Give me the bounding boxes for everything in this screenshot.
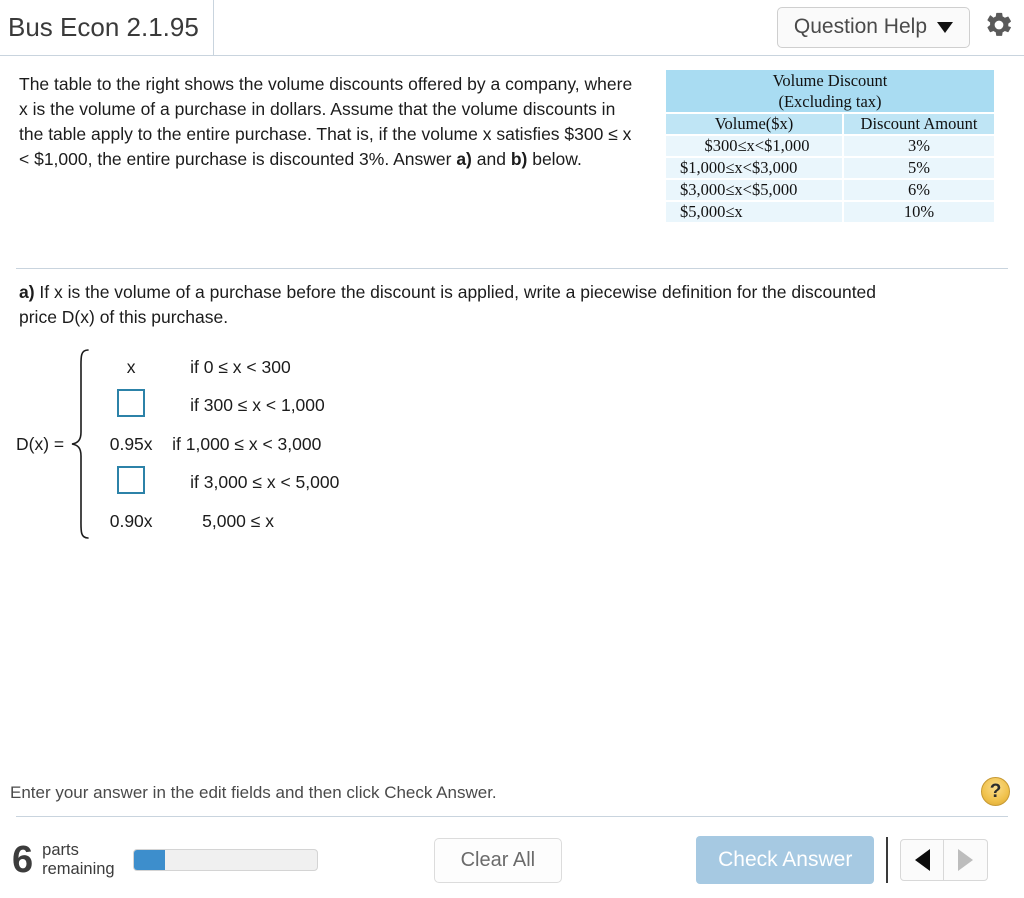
column-header-discount: Discount Amount xyxy=(843,113,994,137)
cell-discount: 6% xyxy=(843,179,994,203)
header-divider xyxy=(212,0,214,55)
gear-icon[interactable] xyxy=(984,10,1014,45)
piece-value-1: x xyxy=(126,356,136,377)
brace-icon xyxy=(68,348,92,540)
piece-value-2 xyxy=(94,389,168,422)
cell-volume: $5,000≤x xyxy=(666,201,844,223)
page-title: Bus Econ 2.1.95 xyxy=(8,12,199,42)
volume-discount-table: Volume Discount (Excluding tax) Volume($… xyxy=(666,70,994,223)
problem-line-5-mid: and xyxy=(471,148,511,169)
piece-condition-3: if 1,000 ≤ x < 3,000 xyxy=(172,433,322,454)
part-a-prompt: a) If x is the volume of a purchase befo… xyxy=(19,280,979,330)
navigation-group xyxy=(900,839,989,881)
table-row: $300≤x<$1,000 3% xyxy=(666,135,994,159)
piecewise-definition: D(x) = x if 0 ≤ x < 300 if 300 ≤ x < 1,0… xyxy=(16,348,339,541)
answer-input-2[interactable] xyxy=(117,466,146,495)
cell-discount: 3% xyxy=(843,135,994,159)
toolbar-separator xyxy=(886,837,889,883)
cell-volume: $3,000≤x<$5,000 xyxy=(666,179,844,203)
parts-label-line-1: parts xyxy=(42,841,79,860)
table-title-row: Volume Discount (Excluding tax) xyxy=(666,70,994,115)
piece-value-4 xyxy=(94,466,168,499)
hint-text: Enter your answer in the edit fields and… xyxy=(10,783,497,802)
part-a-line-1: If x is the volume of a purchase before … xyxy=(34,282,877,302)
piece-value-3: 0.95x xyxy=(109,433,153,454)
part-a-label: a) xyxy=(19,282,35,302)
table-row: $1,000≤x<$3,000 5% xyxy=(666,157,994,181)
progress-bar-fill xyxy=(133,850,165,870)
column-header-volume: Volume($x) xyxy=(666,113,844,137)
piecewise-row-3: 0.95x if 1,000 ≤ x < 3,000 xyxy=(94,425,339,464)
piece-condition-5: 5,000 ≤ x xyxy=(202,510,274,531)
piecewise-pieces: x if 0 ≤ x < 300 if 300 ≤ x < 1,000 0.95… xyxy=(94,348,340,541)
table-title-line-2: (Excluding tax) xyxy=(778,92,882,112)
answer-input-1[interactable] xyxy=(117,389,146,418)
problem-text: The table to the right shows the volume … xyxy=(10,70,634,171)
table-title-cell: Volume Discount (Excluding tax) xyxy=(666,70,994,115)
table-header-row: Volume($x) Discount Amount xyxy=(666,113,994,137)
app-header: Bus Econ 2.1.95 Question Help xyxy=(0,0,1024,56)
clear-all-button[interactable]: Clear All xyxy=(433,837,563,883)
cell-discount: 5% xyxy=(843,157,994,181)
question-help-label: Question Help xyxy=(793,15,927,38)
problem-part-a-ref: a) xyxy=(456,148,472,169)
problem-line-5-post: below. xyxy=(527,148,582,169)
piecewise-row-1: x if 0 ≤ x < 300 xyxy=(94,348,339,387)
problem-line-5-pre: discounted 3%. Answer xyxy=(269,148,457,169)
piece-value-5: 0.90x xyxy=(109,510,153,531)
piece-condition-1: if 0 ≤ x < 300 xyxy=(190,356,291,377)
hint-row: Enter your answer in the edit fields and… xyxy=(0,775,1024,811)
parts-count: 6 xyxy=(12,839,34,881)
parts-remaining-group: 6 parts remaining xyxy=(12,841,115,879)
previous-button[interactable] xyxy=(900,839,945,881)
problem-line-1: The table to the right shows the volume … xyxy=(19,74,501,94)
chevron-down-icon xyxy=(937,21,953,33)
piecewise-row-5: 0.90x 5,000 ≤ x xyxy=(94,502,339,541)
table-row: $3,000≤x<$5,000 6% xyxy=(666,179,994,203)
triangle-left-icon xyxy=(914,849,930,871)
function-label: D(x) = xyxy=(16,433,65,454)
cell-volume: $300≤x<$1,000 xyxy=(666,135,844,159)
header-actions: Question Help xyxy=(776,7,1024,48)
bottom-toolbar: 6 parts remaining Clear All Check Answer xyxy=(0,822,1024,898)
triangle-right-icon xyxy=(958,849,974,871)
question-help-button[interactable]: Question Help xyxy=(776,7,970,48)
part-a-line-2: price D(x) of this purchase. xyxy=(19,306,229,327)
table-title-line-1: Volume Discount xyxy=(772,71,888,90)
piecewise-row-2: if 300 ≤ x < 1,000 xyxy=(94,387,339,426)
piece-condition-4: if 3,000 ≤ x < 5,000 xyxy=(190,472,340,493)
piece-condition-2: if 300 ≤ x < 1,000 xyxy=(190,395,325,416)
help-button[interactable]: ? xyxy=(981,777,1010,806)
parts-label: parts remaining xyxy=(42,841,114,879)
volume-discount-table-wrapper: Volume Discount (Excluding tax) Volume($… xyxy=(666,70,994,223)
piecewise-row-4: if 3,000 ≤ x < 5,000 xyxy=(94,464,339,503)
section-divider-bottom xyxy=(16,816,1008,817)
parts-label-line-2: remaining xyxy=(42,860,115,878)
cell-volume: $1,000≤x<$3,000 xyxy=(666,157,844,181)
progress-bar xyxy=(132,849,318,871)
table-row: $5,000≤x 10% xyxy=(666,201,994,223)
section-divider-top xyxy=(16,268,1008,269)
cell-discount: 10% xyxy=(843,201,994,223)
next-button[interactable] xyxy=(944,839,989,881)
check-answer-button[interactable]: Check Answer xyxy=(696,836,875,884)
problem-part-b-ref: b) xyxy=(510,148,528,169)
